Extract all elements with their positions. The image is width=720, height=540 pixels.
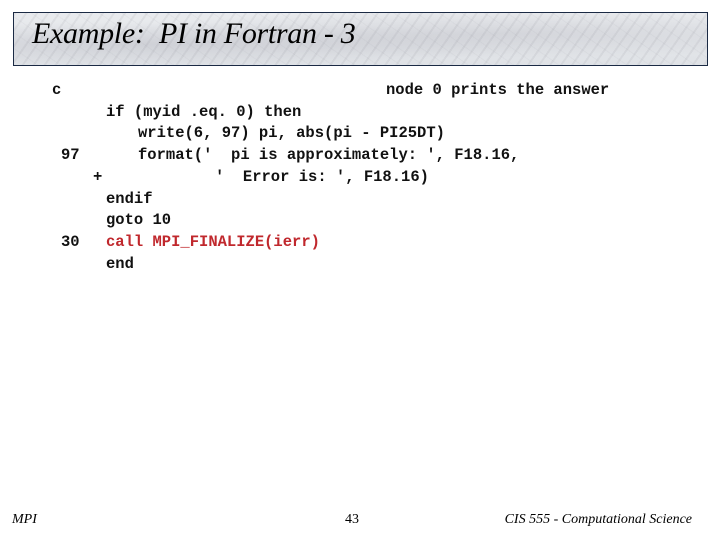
code-line: write(6, 97) pi, abs(pi - PI25DT) bbox=[138, 124, 445, 143]
comment-marker: c bbox=[52, 81, 62, 99]
code-line: if (myid .eq. 0) then bbox=[106, 102, 302, 121]
footer-right: CIS 555 - Computational Science bbox=[504, 512, 692, 527]
footer-left: MPI bbox=[12, 512, 37, 527]
comment-text: node 0 prints the answer bbox=[386, 81, 610, 99]
continuation-marker: + bbox=[93, 167, 103, 186]
code-line: format(' pi is approximately: ', F18.16, bbox=[138, 146, 520, 165]
code-line: end bbox=[106, 254, 134, 273]
slide-title: Example: PI in Fortran - 3 bbox=[32, 17, 356, 50]
code-line: endif bbox=[106, 189, 153, 208]
page-number: 43 bbox=[345, 512, 359, 527]
code-line-highlighted: call MPI_FINALIZE(ierr) bbox=[106, 232, 320, 251]
line-label: 97 bbox=[61, 146, 80, 165]
code-line: goto 10 bbox=[106, 211, 172, 230]
title-banner: Example: PI in Fortran - 3 bbox=[13, 12, 708, 66]
code-line: ' Error is: ', F18.16) bbox=[215, 167, 429, 186]
line-label: 30 bbox=[61, 232, 80, 251]
